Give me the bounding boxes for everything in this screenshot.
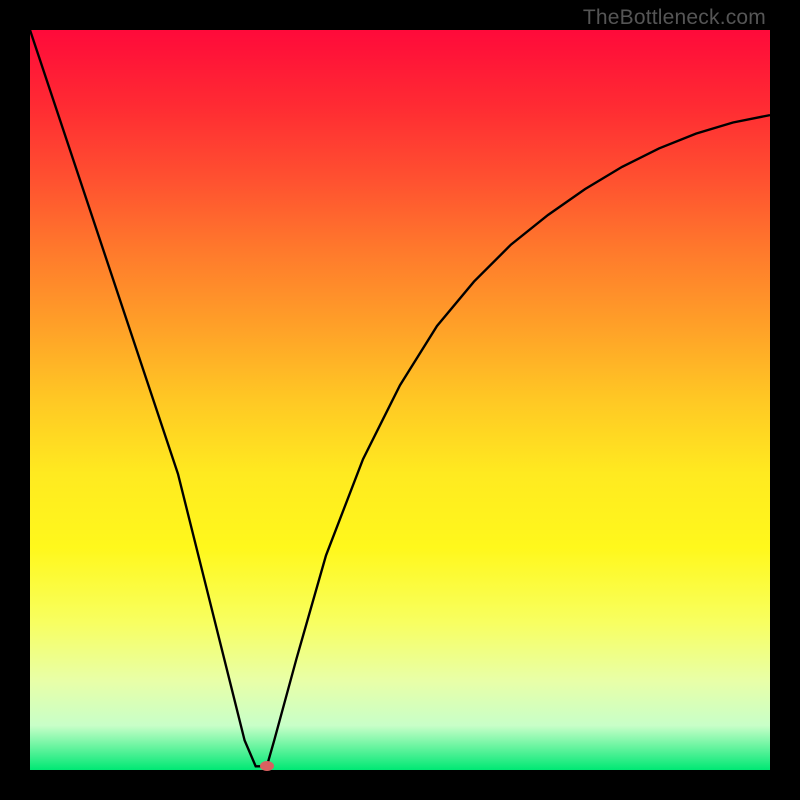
minimum-marker bbox=[260, 761, 274, 771]
curve-svg bbox=[30, 30, 770, 770]
plot-area bbox=[30, 30, 770, 770]
bottleneck-curve bbox=[30, 30, 770, 766]
watermark-text: TheBottleneck.com bbox=[583, 6, 766, 30]
chart-frame: TheBottleneck.com bbox=[0, 0, 800, 800]
